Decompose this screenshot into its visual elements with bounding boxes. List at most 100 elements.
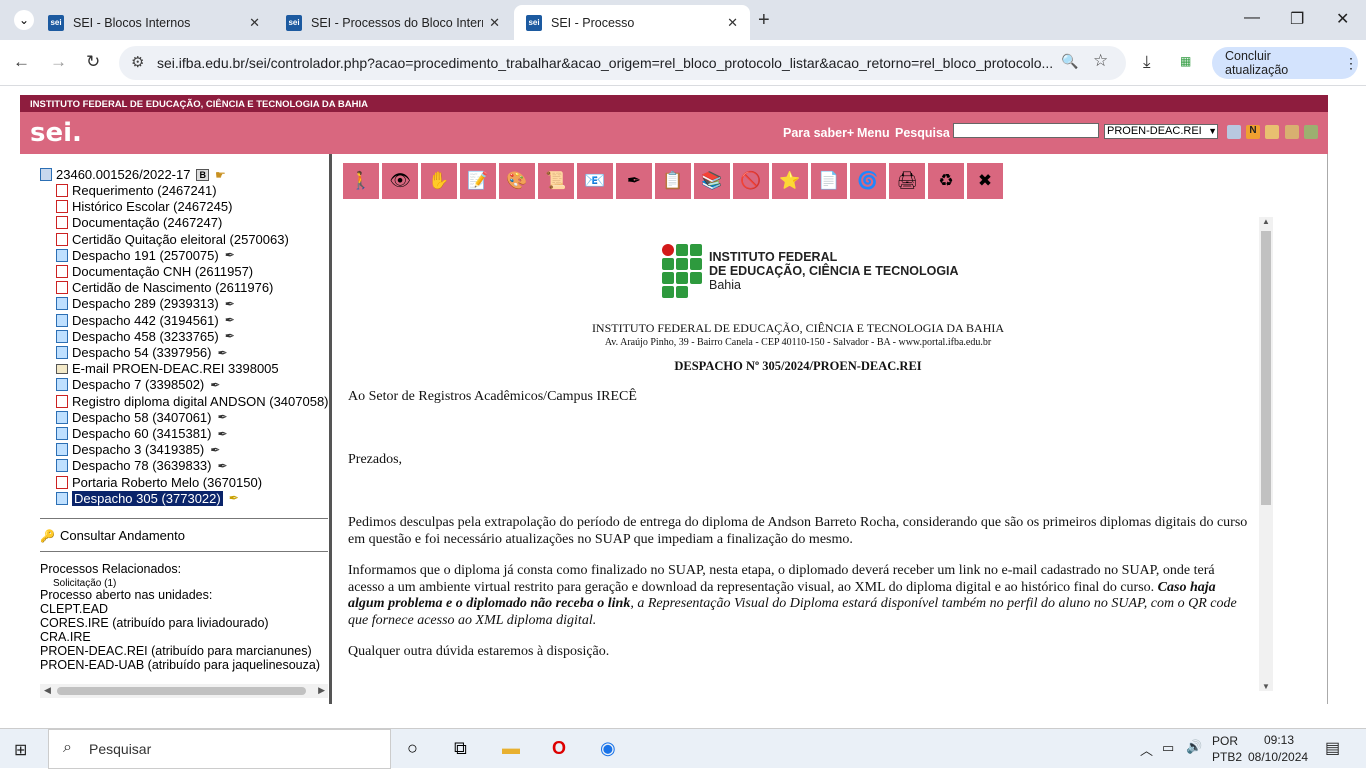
- tree-document-item[interactable]: Histórico Escolar (2467245): [56, 199, 232, 214]
- chrome-icon[interactable]: ◉: [600, 738, 616, 759]
- close-window-icon[interactable]: ✕: [1336, 9, 1349, 29]
- books-icon[interactable]: 📚: [694, 163, 730, 199]
- battery-icon[interactable]: ▭: [1162, 740, 1174, 756]
- tree-document-label[interactable]: Certidão de Nascimento (2611976): [72, 280, 273, 295]
- edit-content-icon[interactable]: 📜: [538, 163, 574, 199]
- horizontal-scrollbar[interactable]: ◀ ▶: [40, 684, 328, 698]
- site-info-icon[interactable]: ⚙: [131, 53, 144, 71]
- volume-icon[interactable]: 🔊: [1186, 739, 1202, 755]
- recycle-icon[interactable]: ♻: [928, 163, 964, 199]
- tree-document-item[interactable]: Despacho 191 (2570075) ✒: [56, 248, 235, 263]
- copy-icon[interactable]: 📄: [811, 163, 847, 199]
- tree-document-item[interactable]: E-mail PROEN-DEAC.REI 3398005: [56, 361, 279, 376]
- scroll-down-icon[interactable]: ▼: [1262, 682, 1270, 691]
- tree-document-label[interactable]: Documentação CNH (2611957): [72, 264, 253, 279]
- send-process-icon[interactable]: 🚶: [343, 163, 379, 199]
- tools-icon[interactable]: [1285, 125, 1299, 139]
- hand-sign-icon[interactable]: ✋: [421, 163, 457, 199]
- vertical-scrollbar[interactable]: ▲ ▼: [1259, 217, 1273, 691]
- address-bar[interactable]: ⚙ sei.ifba.edu.br/sei/controlador.php?ac…: [119, 46, 1126, 80]
- download-icon[interactable]: ⤓: [1143, 52, 1151, 72]
- tree-document-item[interactable]: Despacho 54 (3397956) ✒: [56, 345, 228, 360]
- favorite-doc-icon[interactable]: ⭐: [772, 163, 808, 199]
- signature-pen-icon[interactable]: ✒: [225, 329, 235, 343]
- process-number[interactable]: 23460.001526/2022-17: [56, 167, 190, 182]
- search-input[interactable]: [953, 123, 1099, 138]
- tree-document-item[interactable]: Despacho 78 (3639833) ✒: [56, 458, 228, 473]
- tree-document-label[interactable]: Despacho 3 (3419385): [72, 442, 204, 457]
- close-tab-icon[interactable]: ✕: [727, 15, 738, 31]
- pesquisa-link[interactable]: Pesquisa: [895, 126, 950, 140]
- cortana-icon[interactable]: ○: [407, 738, 418, 759]
- visualization-icon[interactable]: 👁: [382, 163, 418, 199]
- tree-document-label[interactable]: Registro diploma digital ANDSON (3407058…: [72, 394, 329, 409]
- cancel-icon[interactable]: 🚫: [733, 163, 769, 199]
- taskbar-search[interactable]: ⌕ Pesquisar: [48, 729, 391, 769]
- signature-pen-icon[interactable]: ✒: [225, 297, 235, 311]
- tree-document-item[interactable]: Despacho 458 (3233765) ✒: [56, 329, 235, 344]
- tree-document-item[interactable]: Despacho 289 (2939313) ✒: [56, 296, 235, 311]
- para-saber-link[interactable]: Para saber+: [783, 126, 854, 140]
- restore-icon[interactable]: ❐: [1290, 9, 1304, 29]
- tree-document-item[interactable]: Despacho 305 (3773022) ✒: [56, 490, 239, 506]
- sign-block-icon[interactable]: 📋: [655, 163, 691, 199]
- file-explorer-icon[interactable]: ▬: [502, 738, 520, 759]
- new-icon[interactable]: N: [1246, 125, 1260, 139]
- tab-blocos-internos[interactable]: sei SEI - Blocos Internos ✕: [36, 5, 272, 40]
- delete-doc-icon[interactable]: ✖: [967, 163, 1003, 199]
- extension-icon[interactable]: ▦: [1180, 54, 1191, 68]
- email-icon[interactable]: 📧: [577, 163, 613, 199]
- tree-document-label[interactable]: Despacho 78 (3639833): [72, 458, 212, 473]
- scroll-left-icon[interactable]: ◀: [44, 685, 51, 696]
- bookmark-star-icon[interactable]: ☆: [1093, 51, 1108, 71]
- control-processes-icon[interactable]: [1227, 125, 1241, 139]
- task-view-icon[interactable]: ⧉: [454, 738, 467, 759]
- signature-pen-icon[interactable]: ✒: [210, 378, 220, 392]
- tree-document-label[interactable]: Despacho 58 (3407061): [72, 410, 212, 425]
- tree-document-label[interactable]: Requerimento (2467241): [72, 183, 217, 198]
- sign-doc-icon[interactable]: 📝: [460, 163, 496, 199]
- track-icon[interactable]: 🎨: [499, 163, 535, 199]
- unit-select[interactable]: PROEN-DEAC.REI ▼: [1104, 124, 1218, 139]
- tree-document-item[interactable]: Despacho 7 (3398502) ✒: [56, 377, 220, 392]
- tree-document-item[interactable]: Documentação (2467247): [56, 215, 222, 230]
- signature-pen-icon[interactable]: ✒: [229, 491, 239, 505]
- tree-document-label[interactable]: Despacho 289 (2939313): [72, 296, 219, 311]
- tree-document-item[interactable]: Certidão Quitação eleitoral (2570063): [56, 232, 289, 247]
- print-icon[interactable]: 🖨: [889, 163, 925, 199]
- new-tab-icon[interactable]: +: [758, 9, 770, 32]
- minimize-icon[interactable]: —: [1244, 9, 1260, 27]
- spiral-icon[interactable]: 🌀: [850, 163, 886, 199]
- tree-document-label[interactable]: Histórico Escolar (2467245): [72, 199, 232, 214]
- notifications-icon[interactable]: ▤: [1325, 738, 1340, 758]
- exit-icon[interactable]: [1304, 125, 1318, 139]
- language-indicator[interactable]: POR: [1212, 734, 1238, 748]
- sei-logo[interactable]: sei.: [30, 118, 82, 148]
- tree-document-label[interactable]: Portaria Roberto Melo (3670150): [72, 475, 262, 490]
- tree-document-item[interactable]: Requerimento (2467241): [56, 183, 217, 198]
- opera-icon[interactable]: O: [552, 738, 566, 759]
- close-tab-icon[interactable]: ✕: [489, 15, 500, 31]
- tree-document-item[interactable]: Documentação CNH (2611957): [56, 264, 253, 279]
- tray-chevron-icon[interactable]: ︿: [1140, 740, 1153, 759]
- tree-document-label[interactable]: Documentação (2467247): [72, 215, 222, 230]
- tree-document-label[interactable]: Despacho 305 (3773022): [72, 490, 223, 506]
- forward-icon[interactable]: →: [50, 52, 67, 72]
- user-icon[interactable]: [1265, 125, 1279, 139]
- signature-pen-icon[interactable]: ✒: [218, 346, 228, 360]
- consult-andamento-link[interactable]: 🔑 Consultar Andamento: [40, 528, 185, 543]
- keyboard-layout[interactable]: PTB2: [1212, 750, 1242, 764]
- tree-document-item[interactable]: Despacho 60 (3415381) ✒: [56, 426, 228, 441]
- tab-search-icon[interactable]: ⌄: [14, 10, 34, 30]
- back-icon[interactable]: ←: [13, 52, 30, 72]
- scrollbar-thumb[interactable]: [57, 687, 306, 695]
- tree-document-item[interactable]: Certidão de Nascimento (2611976): [56, 280, 273, 295]
- tab-processos-bloco[interactable]: sei SEI - Processos do Bloco Interno ✕: [274, 5, 512, 40]
- tree-document-label[interactable]: Certidão Quitação eleitoral (2570063): [72, 232, 289, 247]
- tree-document-item[interactable]: Despacho 442 (3194561) ✒: [56, 313, 235, 328]
- close-tab-icon[interactable]: ✕: [249, 15, 260, 31]
- signature-pen-icon[interactable]: ✒: [225, 313, 235, 327]
- tree-document-item[interactable]: Despacho 58 (3407061) ✒: [56, 410, 228, 425]
- url-text[interactable]: sei.ifba.edu.br/sei/controlador.php?acao…: [157, 55, 1057, 71]
- windows-start-icon[interactable]: ⊞: [14, 740, 27, 760]
